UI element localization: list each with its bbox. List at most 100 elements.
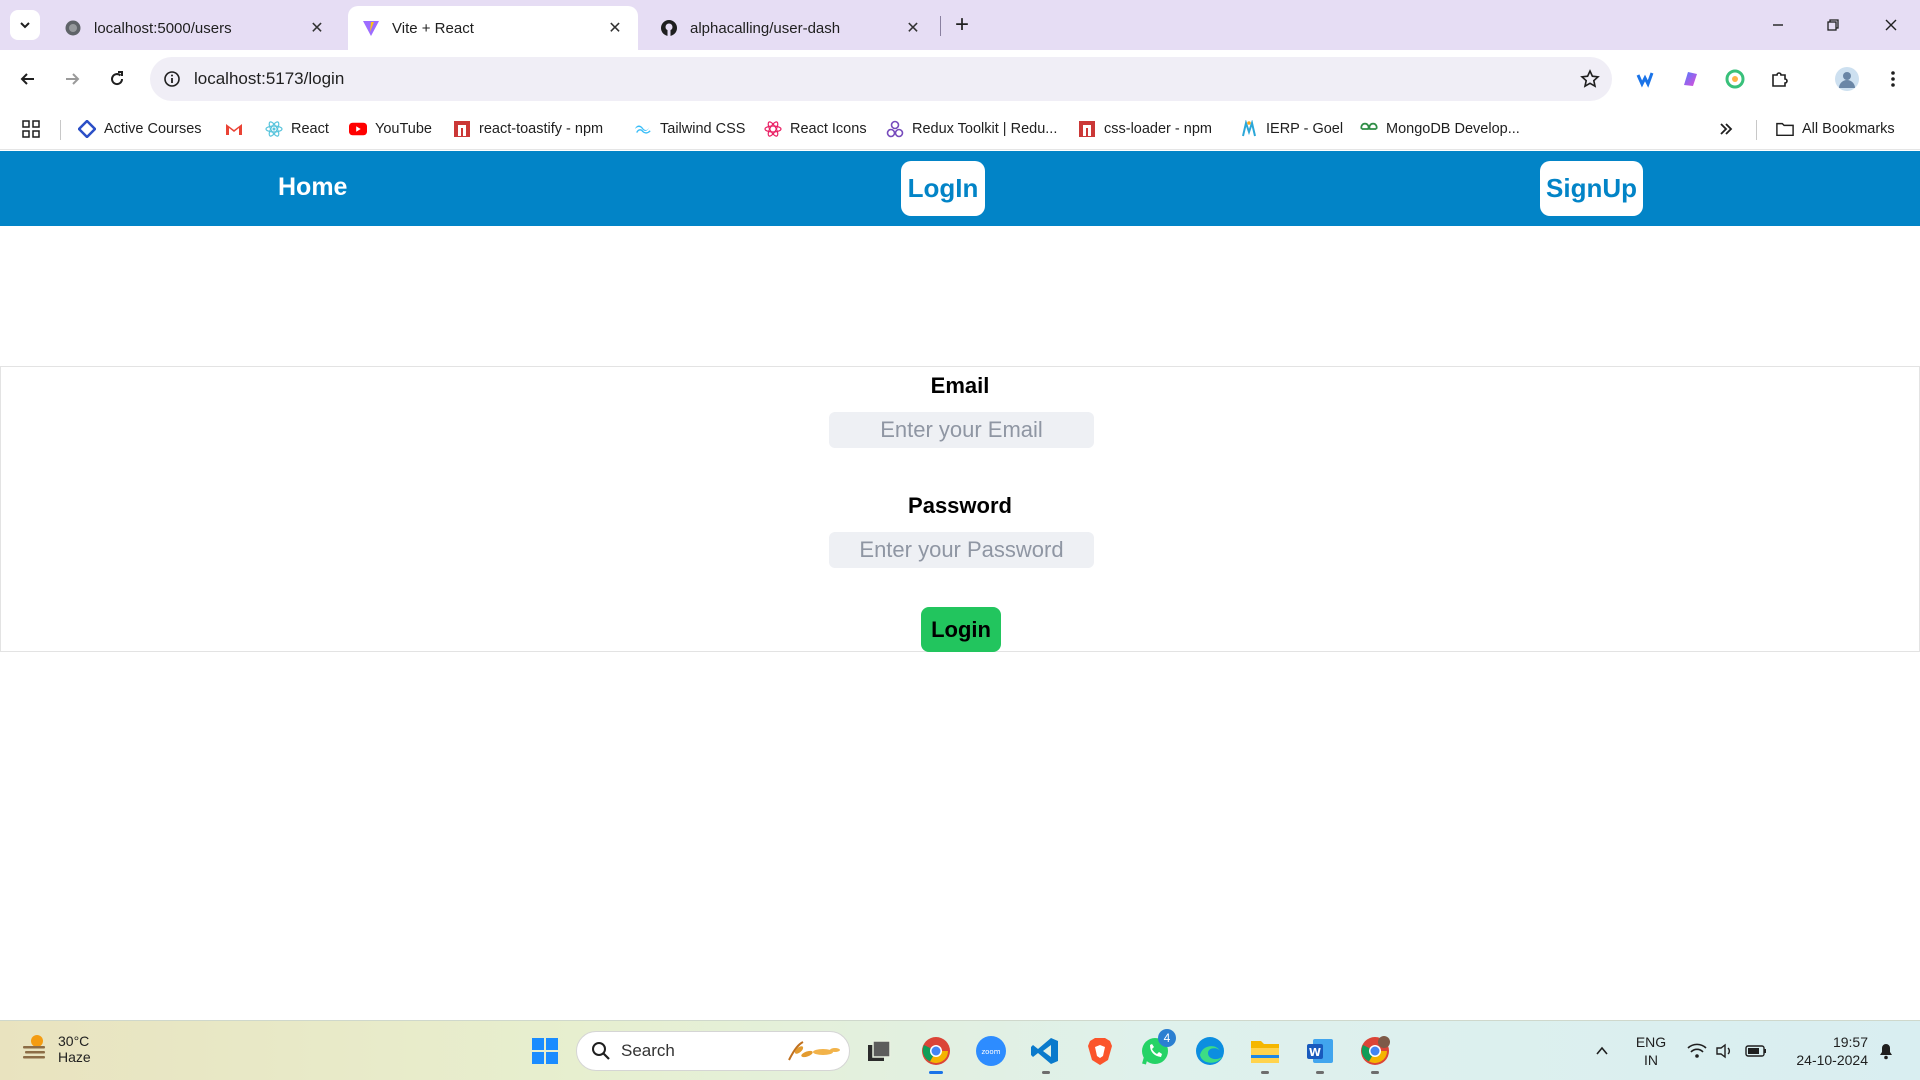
tab-users[interactable]: localhost:5000/users ✕	[50, 6, 340, 50]
search-icon	[591, 1041, 611, 1061]
clock-time: 19:57	[1832, 1034, 1868, 1050]
globe-icon	[64, 19, 82, 37]
extension-wakatime-icon[interactable]	[1630, 64, 1660, 94]
extension-circle-icon[interactable]	[1720, 64, 1750, 94]
taskbar-search[interactable]: Search	[576, 1031, 850, 1071]
all-bookmarks[interactable]: All Bookmarks	[1776, 116, 1895, 142]
word-running-indicator	[1316, 1071, 1324, 1074]
email-label: Email	[930, 373, 990, 398]
geeks-icon	[1360, 120, 1378, 138]
whatsapp-badge: 4	[1158, 1029, 1176, 1047]
weather-widget[interactable]: 30°C Haze	[20, 1031, 91, 1066]
app-navbar: Home LogIn SignUp	[0, 151, 1920, 226]
edge-icon[interactable]	[1192, 1033, 1228, 1069]
file-explorer-icon[interactable]	[1247, 1033, 1283, 1069]
bookmark-label: Active Courses	[104, 121, 202, 137]
nav-login-button[interactable]: LogIn	[901, 161, 985, 216]
bookmark-ierp[interactable]: IERP - Goel	[1240, 116, 1343, 142]
bookmark-label: React Icons	[790, 121, 867, 137]
windows-start-icon[interactable]	[527, 1033, 563, 1069]
clock-date: 24-10-2024	[1796, 1052, 1868, 1068]
site-info-icon[interactable]	[150, 70, 194, 88]
tab-separator	[940, 16, 941, 36]
word-icon[interactable]: W	[1302, 1033, 1338, 1069]
login-submit-button[interactable]: Login	[921, 607, 1001, 652]
notification-bell-icon[interactable]	[1868, 1033, 1904, 1069]
react-icons-icon	[764, 120, 782, 138]
profile-avatar[interactable]	[1832, 64, 1862, 94]
nav-home-link[interactable]: Home	[278, 173, 347, 202]
tab-vite-react[interactable]: Vite + React ✕	[348, 6, 638, 50]
tab-title: localhost:5000/users	[94, 19, 232, 37]
weather-temperature: 30°C	[58, 1032, 90, 1049]
vscode-running-indicator	[1042, 1071, 1050, 1074]
chrome-icon[interactable]	[918, 1033, 954, 1069]
minimize-icon[interactable]	[1763, 10, 1793, 40]
language-indicator[interactable]: ENG IN	[1628, 1033, 1674, 1069]
bookmarks-bar: Active Courses React YouTube react-toast…	[0, 108, 1920, 150]
all-bookmarks-label: All Bookmarks	[1802, 121, 1895, 137]
tab-github[interactable]: alphacalling/user-dash ✕	[646, 6, 936, 50]
window-close-icon[interactable]	[1876, 10, 1906, 40]
chrome-profile-icon[interactable]	[1357, 1033, 1393, 1069]
npm-icon	[1078, 120, 1096, 138]
bookmark-star-icon[interactable]	[1568, 69, 1612, 89]
haze-weather-icon	[20, 1031, 50, 1066]
address-bar[interactable]: localhost:5173/login	[150, 57, 1612, 101]
password-input[interactable]	[829, 532, 1094, 568]
more-bookmarks-icon[interactable]	[1718, 116, 1734, 142]
search-label: Search	[621, 1041, 675, 1060]
windows-taskbar: 30°C Haze Search zoom 4 W ENG IN 19:57 2…	[0, 1020, 1920, 1080]
reload-icon[interactable]	[102, 64, 132, 94]
tab-search-button[interactable]	[10, 10, 40, 40]
chrome-active-indicator	[929, 1071, 943, 1074]
clock[interactable]: 19:57 24-10-2024	[1778, 1033, 1868, 1069]
battery-icon[interactable]	[1738, 1033, 1774, 1069]
new-tab-button[interactable]: +	[948, 11, 976, 39]
bookmark-youtube[interactable]: YouTube	[349, 116, 432, 142]
bookmark-mongodb[interactable]: MongoDB Develop...	[1360, 116, 1520, 142]
chrome-profile-running-indicator	[1371, 1071, 1379, 1074]
region-code: IN	[1644, 1052, 1658, 1068]
task-view-icon[interactable]	[861, 1033, 897, 1069]
bookmark-active-courses[interactable]: Active Courses	[78, 116, 202, 142]
close-icon[interactable]: ✕	[904, 19, 922, 37]
chevron-down-icon	[20, 22, 30, 29]
vscode-icon[interactable]	[1027, 1033, 1063, 1069]
email-input[interactable]	[829, 412, 1094, 448]
bookmark-label: Tailwind CSS	[660, 121, 746, 137]
brave-icon[interactable]	[1082, 1033, 1118, 1069]
close-icon[interactable]: ✕	[308, 19, 326, 37]
extension-gradient-icon[interactable]	[1675, 64, 1705, 94]
explorer-running-indicator	[1261, 1071, 1269, 1074]
weather-condition: Haze	[58, 1048, 91, 1065]
bookmark-tailwind[interactable]: Tailwind CSS	[634, 116, 745, 142]
tab-title: Vite + React	[392, 19, 474, 37]
restore-icon[interactable]	[1818, 10, 1848, 40]
apps-grid-icon[interactable]	[22, 116, 40, 142]
bookmarks-divider	[1756, 120, 1757, 140]
extensions-puzzle-icon[interactable]	[1765, 64, 1795, 94]
folder-icon	[1776, 120, 1794, 138]
bookmark-gmail[interactable]	[225, 116, 251, 142]
browser-toolbar: localhost:5173/login	[0, 50, 1920, 108]
bookmark-label: YouTube	[375, 121, 432, 137]
nav-signup-button[interactable]: SignUp	[1540, 161, 1643, 216]
bookmark-redux-toolkit[interactable]: Redux Toolkit | Redu...	[886, 116, 1057, 142]
bookmark-react-icons[interactable]: React Icons	[764, 116, 867, 142]
more-menu-icon[interactable]	[1878, 64, 1908, 94]
bookmark-label: IERP - Goel	[1266, 121, 1344, 137]
react-icon	[265, 120, 283, 138]
back-icon[interactable]	[13, 64, 43, 94]
chevron-up-icon[interactable]	[1584, 1033, 1620, 1069]
bookmark-react[interactable]: React	[265, 116, 329, 142]
zoom-icon[interactable]: zoom	[973, 1033, 1009, 1069]
redux-icon	[886, 120, 904, 138]
bookmark-react-toastify[interactable]: react-toastify - npm	[453, 116, 603, 142]
svg-text:W: W	[1309, 1046, 1321, 1059]
close-icon[interactable]: ✕	[606, 19, 624, 37]
gmail-icon	[225, 120, 243, 138]
url-text[interactable]: localhost:5173/login	[194, 69, 1568, 89]
forward-icon[interactable]	[57, 64, 87, 94]
bookmark-css-loader[interactable]: css-loader - npm	[1078, 116, 1212, 142]
